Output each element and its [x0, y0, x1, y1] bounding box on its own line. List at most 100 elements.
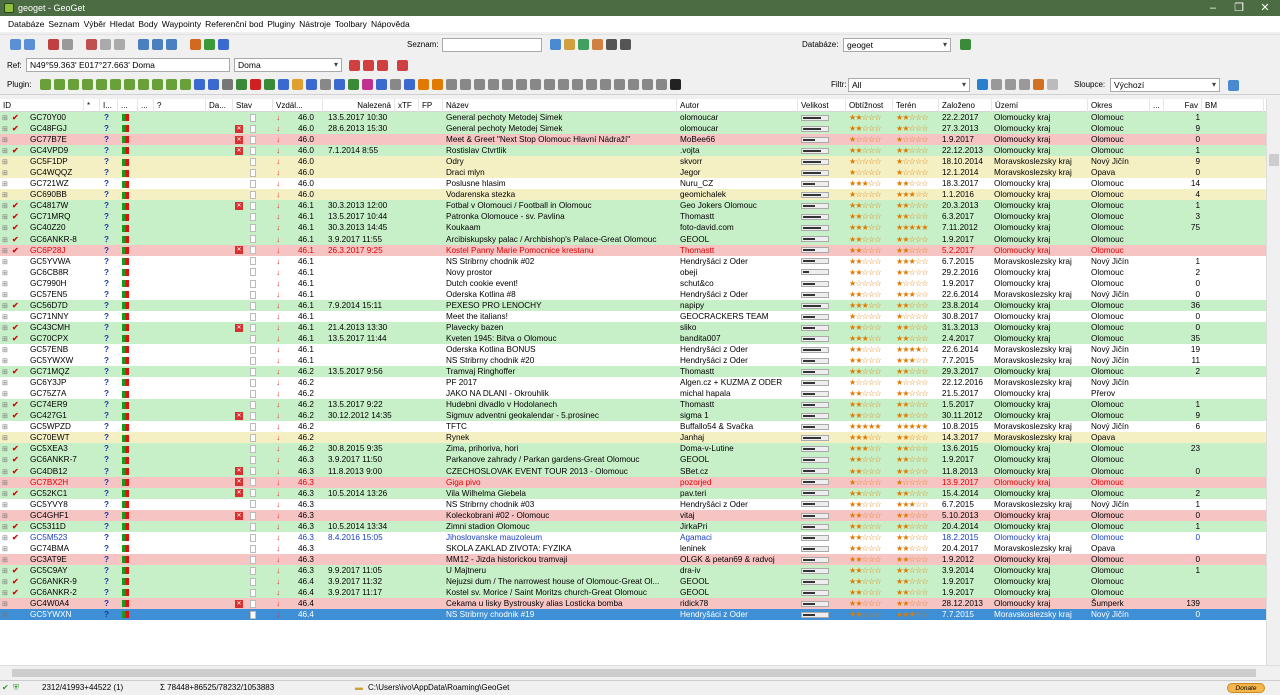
expand-row-icon[interactable]: ⊞ [2, 446, 8, 453]
tool-icon[interactable] [190, 39, 201, 50]
filtr-select[interactable]: All [848, 78, 970, 92]
table-row[interactable]: ⊞ ✔ GC5311D? ↓ 46.3 10.5.2014 13:34 Zimni stad… [0, 520, 1266, 532]
plugin-7-icon[interactable] [124, 79, 135, 90]
col-date[interactable]: Da... [206, 99, 233, 112]
plugin-5-icon[interactable] [96, 79, 107, 90]
table-row[interactable]: ⊞ GC5YVY8? ↓ 46.3 NS Stribrny chodnik #03 Hen… [0, 498, 1266, 510]
col-velikost[interactable]: Velikost [798, 99, 846, 112]
col-stav[interactable]: Stav [233, 99, 273, 112]
expand-row-icon[interactable]: ⊞ [2, 391, 8, 398]
ref-select[interactable]: Doma [234, 58, 342, 72]
close-button[interactable]: ✕ [1252, 0, 1278, 16]
cache-name[interactable]: Patronka Olomouce - sv. Pavlina [446, 212, 565, 221]
cache-name[interactable]: NS Stribrny chodnik #02 [446, 257, 534, 266]
database-icon[interactable] [960, 39, 971, 50]
cache-name[interactable]: Cekama u lisky Bystrousky alias Losticka… [446, 599, 623, 608]
waypoint-remove-icon[interactable] [114, 39, 125, 50]
menu-nastroje[interactable]: Nástroje [299, 19, 331, 29]
expand-row-icon[interactable]: ⊞ [2, 457, 8, 464]
expand-row-icon[interactable]: ⊞ [2, 546, 8, 553]
table-row[interactable]: ⊞ GC71NNY? ↓ 46.1 Meet the italians! GEOCRACK… [0, 310, 1266, 322]
expand-row-icon[interactable]: ⊞ [2, 192, 8, 199]
col-type[interactable]: ... [118, 99, 138, 112]
cache-name[interactable]: NS Stribrny chodnik #20 [446, 356, 534, 365]
expand-row-icon[interactable]: ⊞ [2, 579, 8, 586]
table-row[interactable]: ⊞ GC5YWXW? ↓ 46.1 NS Stribrny chodnik #20 Hen… [0, 355, 1266, 367]
table-row[interactable]: ⊞ GC4WQQZ? ↓ 46.0 Draci mlyn Jegor ★☆☆☆☆ ★☆☆☆☆ 1… [0, 167, 1266, 179]
expand-row-icon[interactable]: ⊞ [2, 115, 8, 122]
menu-referencni-bod[interactable]: Referenční bod [205, 19, 263, 29]
table-row[interactable]: ⊞ GC57EN5? ↓ 46.1 Oderska Kotlina #8 Hendryšá… [0, 288, 1266, 300]
ref-gps-icon[interactable] [397, 59, 408, 71]
star-2-icon[interactable] [432, 79, 443, 90]
cache-name[interactable]: Vodarenska stezka [446, 190, 515, 199]
col-teren[interactable]: Terén [893, 99, 939, 112]
table-row[interactable]: ⊞ GC70EWT? ↓ 46.2 Rynek Janhaj ★★★☆☆ ★★☆☆☆ 14.3.… [0, 432, 1266, 444]
expand-row-icon[interactable]: ⊞ [2, 347, 8, 354]
expand-row-icon[interactable]: ⊞ [2, 502, 8, 509]
plugin-3-icon[interactable] [68, 79, 79, 90]
expand-row-icon[interactable]: ⊞ [2, 480, 8, 487]
plugin-6-icon[interactable] [110, 79, 121, 90]
col-fav[interactable]: Fav [1164, 99, 1202, 112]
plugin-37-icon[interactable] [586, 79, 597, 90]
cache-name[interactable]: Draci mlyn [446, 168, 485, 177]
list-icon[interactable] [138, 39, 149, 50]
col-q[interactable]: ? [154, 99, 206, 112]
cache-name[interactable]: CZECHOSLOVAK EVENT TOUR 2013 - Olomouc [446, 467, 628, 476]
expand-row-icon[interactable]: ⊞ [2, 601, 8, 608]
databaze-select[interactable]: geoget [843, 38, 951, 52]
menu-seznam[interactable]: Seznam [48, 19, 79, 29]
cache-name[interactable]: Tramvaj Ringhoffer [446, 367, 515, 376]
expand-row-icon[interactable]: ⊞ [2, 225, 8, 232]
cache-name[interactable]: Jihoslovanske mauzoleum [446, 533, 542, 542]
expand-row-icon[interactable]: ⊞ [2, 181, 8, 188]
save-as-icon[interactable] [620, 39, 631, 50]
expand-row-icon[interactable]: ⊞ [2, 369, 8, 376]
sloupce-select[interactable]: Výchozí [1110, 78, 1220, 92]
cache-name[interactable]: NS Stribrny chodnik #03 [446, 500, 534, 509]
filter-5-icon[interactable] [1033, 79, 1044, 90]
expand-row-icon[interactable]: ⊞ [2, 292, 8, 299]
plugin-20-icon[interactable] [320, 79, 331, 90]
plugin-13-icon[interactable] [222, 79, 233, 90]
table-row[interactable]: ⊞ GC7BX2H? ✕ ↓ 46.3 Giga pivo pozorjed ★☆☆☆☆ ★☆☆… [0, 476, 1266, 488]
expand-row-icon[interactable]: ⊞ [2, 612, 8, 619]
table-row[interactable]: ⊞ GC5YWXN? ↓ 46.4 NS Stribrny chodnik #19 Hen… [0, 609, 1266, 621]
cache-name[interactable]: General pechoty Metodej Simek [446, 124, 563, 133]
ref-pin-icon[interactable] [349, 59, 360, 71]
cache-name[interactable]: Sigmuv adventni geokalendar - 5.prosinec [446, 411, 599, 420]
plugin-28-icon[interactable] [460, 79, 471, 90]
col-autor[interactable]: Autor [677, 99, 798, 112]
cache-name[interactable]: Odry [446, 157, 464, 166]
table-row[interactable]: ⊞ ✔ GC4DB12? ✕ ↓ 46.3 11.8.2013 9:00 CZECHOSLOV… [0, 465, 1266, 477]
cache-name[interactable]: Meet the italians! [446, 312, 508, 321]
cache-name[interactable]: Zimni stadion Olomouc [446, 522, 530, 531]
expand-row-icon[interactable]: ⊞ [2, 148, 8, 155]
plugin-2-icon[interactable] [54, 79, 65, 90]
table-row[interactable]: ⊞ ✔ GC71MQZ? ↓ 46.2 13.5.2017 9:56 Tramvaj Rin… [0, 366, 1266, 378]
donate-button[interactable]: Donate [1227, 683, 1265, 693]
table-row[interactable]: ⊞ GC57ENB? ↓ 46.1 Oderska Kotlina BONUS Hendr… [0, 343, 1266, 356]
cache-name[interactable]: Kostel sv. Morice / Saint Moritzs church… [446, 588, 647, 597]
cache-name[interactable]: SKOLA ZAKLAD ZIVOTA: FYZIKA [446, 544, 571, 553]
expand-row-icon[interactable]: ⊞ [2, 491, 8, 498]
plugin-26-icon[interactable] [404, 79, 415, 90]
plugin-11-icon[interactable] [180, 79, 191, 90]
cache-name[interactable]: Arcibiskupsky palac / Archbishop's Palac… [446, 235, 656, 244]
table-row[interactable]: ⊞ ✔ GC6ANKR-9? ↓ 46.4 3.9.2017 11:32 Nejuzsi d… [0, 575, 1266, 588]
table-row[interactable]: ⊞ GC6Y3JP? ↓ 46.2 PF 2017 Algen.cz + KUZMA Z … [0, 377, 1266, 389]
col-bm[interactable]: BM [1202, 99, 1264, 112]
seznam-input[interactable] [442, 38, 542, 52]
cache-name[interactable]: Kveten 1945: Bitva o Olomouc [446, 334, 557, 343]
table-row[interactable]: ⊞ GC74BMA? ↓ 46.3 SKOLA ZAKLAD ZIVOTA: FYZIK… [0, 542, 1266, 554]
cache-name[interactable]: Giga pivo [446, 478, 481, 487]
expand-row-icon[interactable]: ⊞ [2, 535, 8, 542]
col-nazev[interactable]: Název [443, 99, 677, 112]
cache-name[interactable]: Oderska Kotlina BONUS [446, 345, 536, 354]
expand-row-icon[interactable]: ⊞ [2, 303, 8, 310]
menu-vyber[interactable]: Výběr [84, 19, 106, 29]
plugin-25-icon[interactable] [390, 79, 401, 90]
expand-row-icon[interactable]: ⊞ [2, 524, 8, 531]
table-row[interactable]: ⊞ GC4GHF1? ✕ ↓ 46.3 Koleckobrani #02 - Olomou… [0, 509, 1266, 521]
